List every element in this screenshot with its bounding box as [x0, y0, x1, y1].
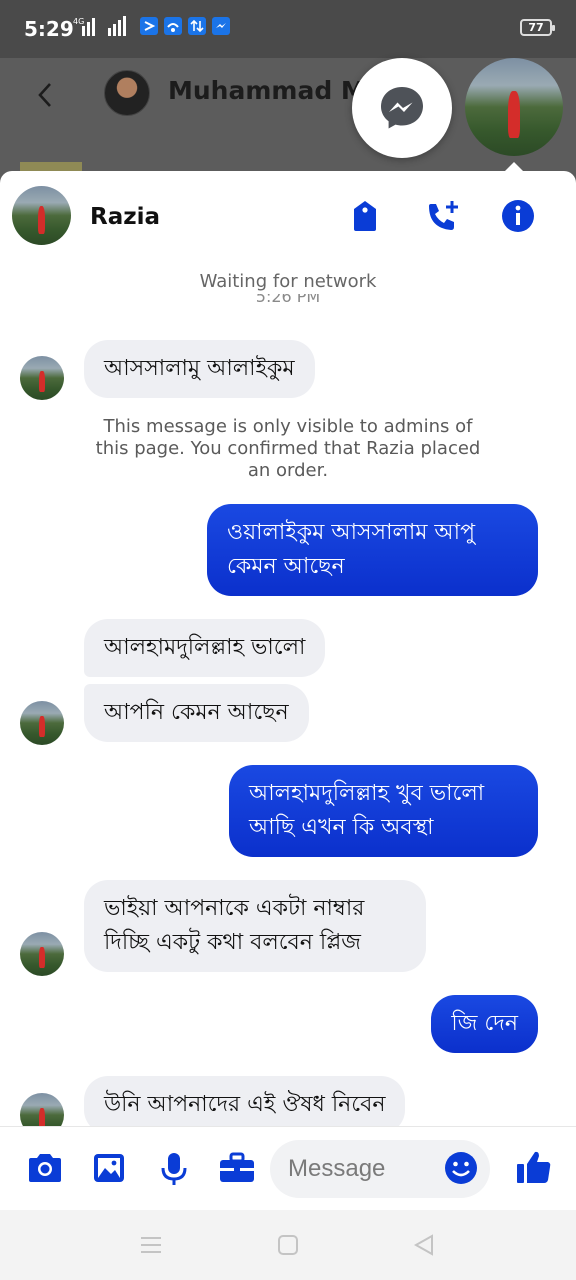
outgoing-message[interactable]: ওয়ালাইকুম আসসালাম আপু কেমন আছেন — [207, 504, 538, 596]
back-arrow-icon[interactable] — [34, 80, 58, 110]
messenger-icon — [212, 17, 230, 35]
menu-button-icon[interactable] — [140, 1234, 162, 1256]
message-composer — [0, 1126, 576, 1210]
background-contact-avatar — [104, 70, 150, 116]
data-transfer-icon — [188, 17, 206, 35]
contact-message-avatar — [20, 701, 64, 745]
messenger-chathead[interactable] — [352, 58, 452, 158]
incoming-message[interactable]: আলহামদুলিল্লাহ ভালো — [84, 619, 326, 677]
app-icon — [140, 17, 158, 35]
contact-message-avatar — [20, 932, 64, 976]
home-button-icon[interactable] — [277, 1234, 299, 1256]
message-timestamp: 5:26 PM — [255, 294, 321, 306]
contact-avatar[interactable] — [12, 186, 71, 245]
gallery-icon[interactable] — [92, 1151, 126, 1185]
contact-chathead[interactable] — [465, 58, 563, 156]
camera-icon[interactable] — [26, 1151, 64, 1185]
briefcase-icon[interactable] — [218, 1151, 256, 1185]
incoming-message[interactable]: আপনি কেমন আছেন — [84, 684, 309, 742]
info-icon[interactable] — [501, 199, 535, 233]
navigation-bar — [0, 1210, 576, 1280]
microphone-icon[interactable] — [160, 1151, 188, 1187]
emoji-icon[interactable] — [444, 1151, 478, 1185]
incoming-message[interactable]: আসসালামু আলাইকুম — [84, 340, 315, 398]
chat-sheet: Razia Waiting for network 5:26 PM আসসালা… — [0, 171, 576, 1210]
signal-icon — [82, 16, 126, 36]
contact-message-avatar — [20, 356, 64, 400]
outgoing-message[interactable]: আলহামদুলিল্লাহ খুব ভালো আছি এখন কি অবস্থ… — [229, 765, 538, 857]
contact-name[interactable]: Razia — [90, 204, 160, 230]
add-call-icon[interactable] — [424, 199, 462, 235]
network-status: Waiting for network — [199, 271, 377, 292]
status-time: 5:29 — [24, 17, 74, 41]
status-bar: 5:29 4G 77 — [0, 0, 576, 58]
background-contact-name: Muhammad M — [168, 76, 366, 105]
battery-indicator: 77 — [520, 19, 555, 36]
messenger-icon — [381, 87, 423, 129]
incoming-message[interactable]: ভাইয়া আপনাকে একটা নাম্বার দিচ্ছি একটু ক… — [84, 880, 426, 972]
back-button-icon[interactable] — [413, 1234, 435, 1256]
admin-note: This message is only visible to admins o… — [95, 416, 481, 481]
wifi-icon — [164, 17, 182, 35]
outgoing-message[interactable]: জি দেন — [431, 995, 538, 1053]
thumbs-up-icon[interactable] — [515, 1148, 553, 1186]
tag-icon[interactable] — [350, 199, 380, 233]
